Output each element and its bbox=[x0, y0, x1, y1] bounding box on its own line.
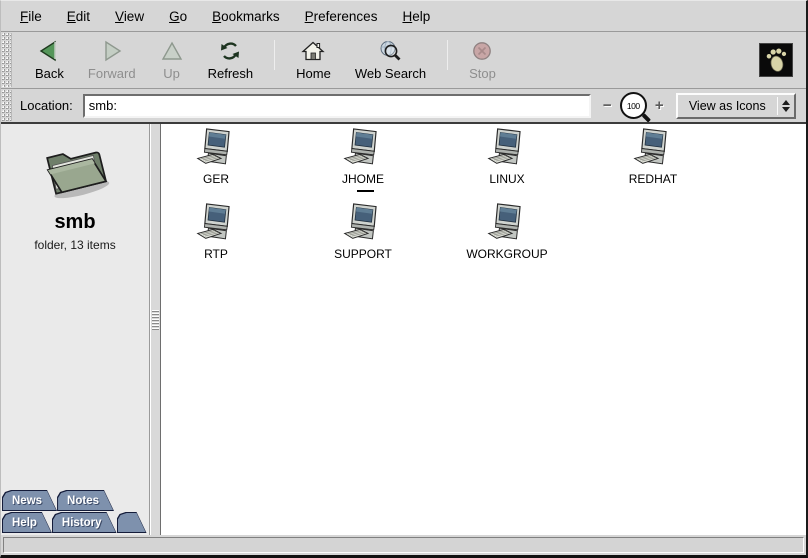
tab-help[interactable]: Help bbox=[2, 512, 52, 533]
stop-button: Stop bbox=[460, 37, 505, 83]
computer-icon bbox=[486, 203, 529, 246]
network-item-jhome[interactable]: JHOME bbox=[308, 128, 418, 186]
item-label: SUPPORT bbox=[308, 247, 418, 261]
computer-icon bbox=[486, 128, 529, 171]
web-search-label: Web Search bbox=[355, 66, 426, 81]
tab-notes[interactable]: Notes bbox=[57, 490, 114, 511]
splitter-grip-icon[interactable] bbox=[152, 310, 159, 330]
menu-preferences[interactable]: Preferences bbox=[299, 7, 384, 26]
web-search-icon bbox=[378, 39, 402, 63]
view-as-dropdown[interactable]: View as Icons bbox=[676, 93, 796, 119]
web-search-button[interactable]: Web Search bbox=[346, 37, 435, 83]
nautilus-window: File Edit View Go Bookmarks Preferences … bbox=[0, 0, 808, 558]
toolbar: Back Forward Up bbox=[1, 32, 806, 89]
item-label: JHOME bbox=[308, 172, 418, 186]
network-item-support[interactable]: SUPPORT bbox=[308, 203, 418, 261]
refresh-button[interactable]: Refresh bbox=[199, 37, 263, 83]
view-as-label: View as Icons bbox=[678, 95, 777, 117]
toolbar-buttons: Back Forward Up bbox=[14, 37, 505, 83]
menu-file[interactable]: File bbox=[14, 7, 48, 26]
network-item-linux[interactable]: LINUX bbox=[452, 128, 562, 186]
stop-label: Stop bbox=[469, 66, 496, 81]
network-item-redhat[interactable]: REDHAT bbox=[598, 128, 708, 186]
sidebar-header: smb folder, 13 items bbox=[1, 124, 149, 252]
tab-edge bbox=[117, 512, 147, 533]
tab-row-1: News Notes bbox=[2, 490, 149, 511]
toolbar-grip[interactable] bbox=[2, 33, 12, 87]
home-icon bbox=[301, 39, 325, 63]
stop-icon bbox=[470, 39, 494, 63]
zoom-controls: − 100 + bbox=[601, 92, 666, 119]
status-bar bbox=[1, 535, 806, 555]
computer-icon bbox=[195, 128, 238, 171]
back-label: Back bbox=[35, 66, 64, 81]
sidebar-spacer bbox=[1, 252, 149, 489]
item-label: REDHAT bbox=[598, 172, 708, 186]
sidebar: smb folder, 13 items News Notes Help His… bbox=[1, 124, 150, 535]
toolbar-separator bbox=[447, 40, 448, 70]
back-icon bbox=[37, 39, 61, 63]
zoom-level-value: 100 bbox=[627, 101, 640, 111]
location-input[interactable] bbox=[83, 94, 591, 118]
tab-row-2: Help History bbox=[2, 512, 149, 533]
home-button[interactable]: Home bbox=[287, 37, 340, 83]
computer-icon bbox=[195, 203, 238, 246]
menu-view[interactable]: View bbox=[109, 7, 150, 26]
refresh-label: Refresh bbox=[208, 66, 254, 81]
icon-view[interactable]: GER JHOME LINUX REDHAT RTP SUPP bbox=[161, 124, 806, 535]
gnome-foot-icon bbox=[761, 45, 791, 75]
up-icon bbox=[160, 39, 184, 63]
menu-bookmarks[interactable]: Bookmarks bbox=[206, 7, 286, 26]
forward-label: Forward bbox=[88, 66, 136, 81]
up-label: Up bbox=[163, 66, 180, 81]
sidebar-title: smb bbox=[1, 211, 149, 234]
forward-icon bbox=[100, 39, 124, 63]
locationbar-grip[interactable] bbox=[2, 90, 12, 121]
computer-icon bbox=[632, 128, 675, 171]
location-label: Location: bbox=[20, 98, 73, 113]
computer-icon bbox=[342, 128, 385, 171]
menu-help[interactable]: Help bbox=[396, 7, 436, 26]
up-button: Up bbox=[151, 37, 193, 83]
item-label: LINUX bbox=[452, 172, 562, 186]
menu-edit[interactable]: Edit bbox=[61, 7, 96, 26]
refresh-icon bbox=[218, 39, 242, 63]
zoom-level-indicator[interactable]: 100 bbox=[620, 92, 647, 119]
item-label: GER bbox=[161, 172, 271, 186]
magnifier-handle-icon bbox=[642, 113, 651, 122]
tab-history[interactable]: History bbox=[52, 512, 117, 533]
item-label: RTP bbox=[161, 247, 271, 261]
text-cursor-underline bbox=[357, 190, 374, 192]
zoom-in-button[interactable]: + bbox=[653, 99, 666, 112]
tab-news[interactable]: News bbox=[2, 490, 57, 511]
menu-go[interactable]: Go bbox=[163, 7, 193, 26]
status-text bbox=[3, 537, 804, 553]
throbber[interactable] bbox=[759, 43, 793, 77]
open-folder-icon bbox=[36, 134, 114, 204]
dropdown-arrows-icon bbox=[778, 95, 794, 117]
menu-bar: File Edit View Go Bookmarks Preferences … bbox=[1, 1, 806, 32]
sidebar-subtitle: folder, 13 items bbox=[1, 238, 149, 252]
home-label: Home bbox=[296, 66, 331, 81]
forward-button: Forward bbox=[79, 37, 145, 83]
item-label: WORKGROUP bbox=[452, 247, 562, 261]
zoom-out-button[interactable]: − bbox=[601, 99, 614, 112]
network-item-workgroup[interactable]: WORKGROUP bbox=[452, 203, 562, 261]
toolbar-separator bbox=[274, 40, 275, 70]
location-bar: Location: − 100 + View as Icons bbox=[1, 89, 806, 124]
content-area: smb folder, 13 items News Notes Help His… bbox=[1, 124, 806, 535]
computer-icon bbox=[342, 203, 385, 246]
network-item-ger[interactable]: GER bbox=[161, 128, 271, 186]
sidebar-tabs: News Notes Help History bbox=[1, 489, 149, 535]
network-item-rtp[interactable]: RTP bbox=[161, 203, 271, 261]
back-button[interactable]: Back bbox=[26, 37, 73, 83]
pane-splitter[interactable] bbox=[150, 124, 161, 535]
